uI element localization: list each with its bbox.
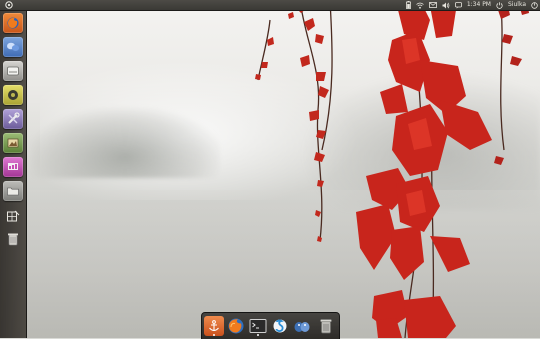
image-editor-icon bbox=[7, 138, 19, 148]
launcher-item-empathy[interactable] bbox=[3, 37, 23, 57]
top-panel: 1:34 PM Siulka bbox=[0, 0, 540, 11]
launcher-item-workspaces[interactable] bbox=[5, 208, 21, 224]
dock-item-terminal[interactable] bbox=[248, 316, 268, 336]
power-icon[interactable] bbox=[496, 1, 503, 9]
messaging-icon[interactable] bbox=[454, 1, 462, 9]
chat-bubbles-icon bbox=[7, 42, 20, 51]
launcher-item-trash[interactable] bbox=[5, 231, 21, 247]
tools-icon bbox=[8, 112, 20, 124]
skype-icon bbox=[273, 319, 287, 333]
dock-item-trash[interactable] bbox=[316, 316, 336, 336]
time-label[interactable]: 1:34 PM bbox=[467, 0, 491, 10]
speaker-icon bbox=[8, 90, 18, 100]
firefox-icon bbox=[228, 318, 244, 334]
launcher-item-firefox[interactable] bbox=[3, 13, 23, 33]
running-indicator bbox=[257, 334, 259, 336]
battery-icon[interactable] bbox=[405, 1, 411, 9]
firefox-icon bbox=[7, 17, 19, 29]
volume-icon[interactable] bbox=[442, 2, 450, 9]
dock-item-firefox[interactable] bbox=[226, 316, 246, 336]
desktop-wallpaper bbox=[0, 0, 540, 338]
presentation-icon bbox=[8, 163, 18, 170]
mail-icon[interactable] bbox=[428, 2, 437, 8]
trash-icon bbox=[320, 319, 332, 334]
launcher-item-gimp[interactable] bbox=[3, 133, 23, 153]
dock-item-anchor[interactable] bbox=[204, 316, 224, 336]
launcher-item-rhythmbox[interactable] bbox=[3, 85, 23, 105]
running-indicator bbox=[213, 334, 215, 336]
user-name[interactable]: Siulka bbox=[508, 0, 526, 10]
launcher-sidebar bbox=[0, 10, 27, 338]
anchor-icon bbox=[209, 320, 219, 332]
dock-item-pidgin[interactable] bbox=[292, 316, 312, 336]
launcher-item-files[interactable] bbox=[3, 181, 23, 201]
workspace-switcher-icon bbox=[7, 210, 20, 222]
launcher-item-presentation[interactable] bbox=[3, 157, 23, 177]
folder-icon bbox=[7, 187, 19, 196]
session-menu-icon[interactable] bbox=[531, 1, 538, 9]
network-icon[interactable] bbox=[416, 2, 424, 9]
launcher-item-settings[interactable] bbox=[3, 109, 23, 129]
launcher-item-nautilus[interactable] bbox=[3, 61, 23, 81]
pidgin-icon bbox=[294, 322, 310, 332]
terminal-icon bbox=[249, 319, 267, 333]
red-vine-leaves bbox=[255, 0, 529, 338]
drive-icon bbox=[7, 66, 19, 76]
bottom-dock bbox=[201, 312, 340, 339]
dock-item-skype[interactable] bbox=[270, 316, 290, 336]
ubuntu-logo-icon[interactable] bbox=[3, 0, 15, 10]
panel-indicators: 1:34 PM Siulka bbox=[405, 0, 538, 10]
trash-icon bbox=[8, 233, 18, 246]
